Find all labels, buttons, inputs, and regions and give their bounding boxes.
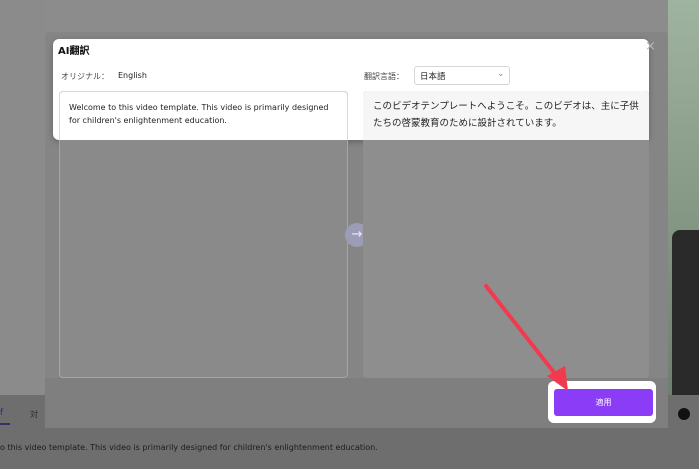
background-left	[0, 0, 45, 395]
close-icon[interactable]: ×	[645, 40, 656, 53]
background-tab-underline	[0, 423, 10, 425]
original-language: English	[118, 71, 147, 80]
dialog-title: AI翻訳	[58, 46, 90, 57]
chevron-down-icon: ⌄	[497, 69, 505, 79]
apply-button[interactable]: 適用	[554, 389, 653, 416]
background-tab[interactable]: f	[0, 408, 3, 418]
target-language-select[interactable]: 日本語 ⌄	[414, 66, 510, 85]
source-text: Welcome to this video template. This vid…	[69, 103, 329, 125]
translated-text: このビデオテンプレートへようこそ。このビデオは、主に子供たちの啓蒙教育のために設…	[373, 101, 639, 129]
target-language-label: 翻訳言語：	[364, 72, 404, 81]
background-tab-2[interactable]: 対	[30, 409, 38, 420]
background-preview-figure	[672, 230, 699, 395]
background-caption: o this video template. This video is pri…	[0, 443, 378, 452]
original-label: オリジナル：	[61, 72, 109, 81]
toggle-knob[interactable]	[678, 408, 690, 420]
target-language-value: 日本語	[420, 72, 446, 82]
